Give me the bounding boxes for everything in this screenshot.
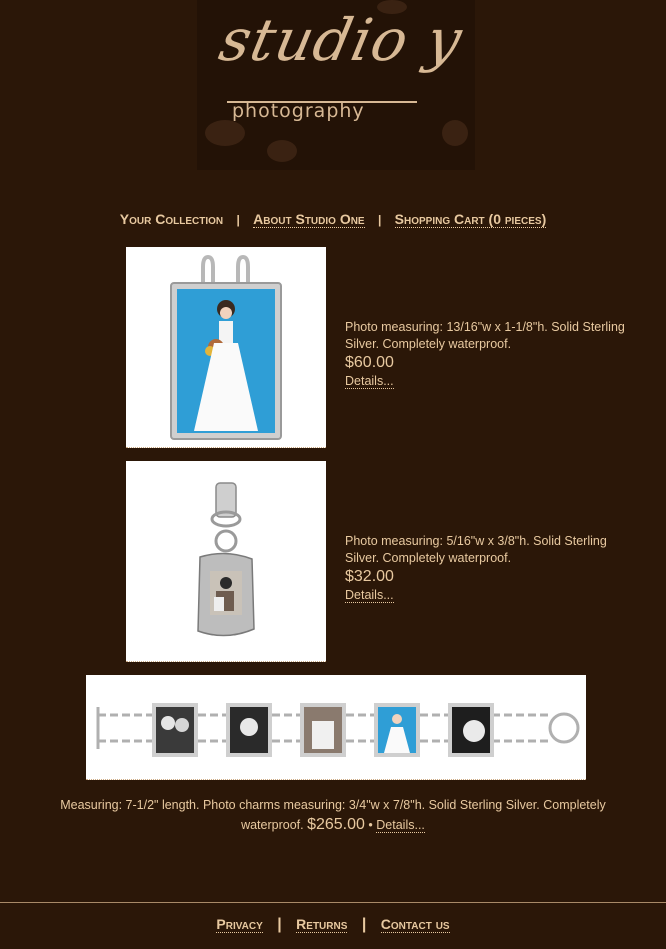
logo-subtitle: photography xyxy=(232,100,365,122)
product-image-charm-pendant[interactable] xyxy=(126,461,326,662)
logo-decoration xyxy=(442,120,468,146)
product-description: Photo measuring: 5/16"w x 3/8"h. Solid S… xyxy=(345,534,607,565)
product-price: $32.00 xyxy=(345,568,394,585)
product-details-link[interactable]: Details... xyxy=(345,588,394,603)
pendant-rectangle-illustration xyxy=(170,254,282,440)
footer-nav: Privacy | Returns | Contact us xyxy=(0,916,666,934)
product-details-link[interactable]: Details... xyxy=(376,818,425,833)
product-info-charm-pendant: Photo measuring: 5/16"w x 3/8"h. Solid S… xyxy=(345,533,635,604)
product-price: $265.00 xyxy=(307,816,365,833)
studio-logo[interactable]: studio y photography xyxy=(197,0,475,170)
nav-about-studio-one[interactable]: About Studio One xyxy=(253,211,365,228)
product-description: Photo measuring: 13/16"w x 1-1/8"h. Soli… xyxy=(345,320,625,351)
product-info-pendant-rectangle: Photo measuring: 13/16"w x 1-1/8"h. Soli… xyxy=(345,319,635,390)
product-image-pendant-rectangle[interactable] xyxy=(126,247,326,448)
charm-pendant-illustration xyxy=(197,482,255,637)
bracelet-illustration xyxy=(96,703,580,757)
footer-contact-link[interactable]: Contact us xyxy=(380,916,450,933)
logo-decoration xyxy=(267,140,297,162)
footer-separator: | xyxy=(361,916,367,933)
product-details-link[interactable]: Details... xyxy=(345,374,394,389)
product-info-bracelet: Measuring: 7-1/2" length. Photo charms m… xyxy=(40,796,626,835)
logo-script-text: studio y xyxy=(213,6,469,74)
nav-shopping-cart[interactable]: Shopping Cart (0 pieces) xyxy=(394,211,547,228)
bullet-separator: • xyxy=(368,818,373,832)
footer-divider xyxy=(0,902,666,903)
footer-privacy-link[interactable]: Privacy xyxy=(216,916,263,933)
footer-separator: | xyxy=(277,916,282,933)
nav-your-collection[interactable]: Your Collection xyxy=(120,211,223,227)
footer-returns-link[interactable]: Returns xyxy=(296,916,348,933)
logo-decoration xyxy=(205,120,245,146)
product-image-bracelet[interactable] xyxy=(86,675,586,780)
nav-separator: | xyxy=(377,213,382,227)
main-nav: Your Collection | About Studio One | Sho… xyxy=(0,211,666,228)
nav-separator: | xyxy=(236,213,240,227)
product-price: $60.00 xyxy=(345,354,394,371)
